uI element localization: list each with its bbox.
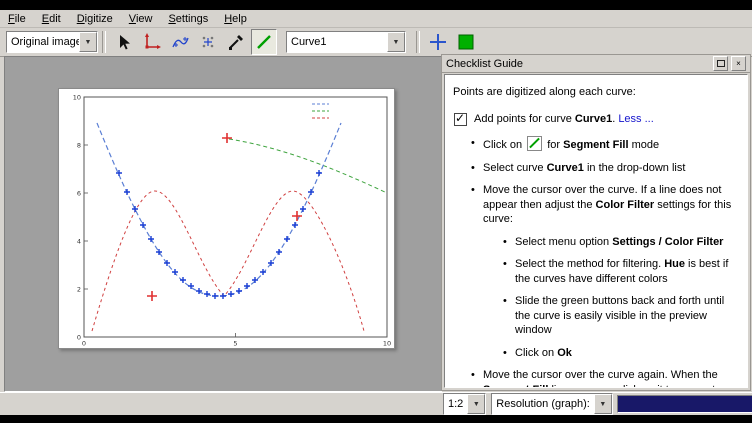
background-selector-value: Original image (7, 36, 79, 48)
plot-frame (84, 97, 387, 337)
engauge-window: File Edit Digitize View Settings Help Or… (0, 10, 752, 414)
bullet-dot: • (503, 257, 515, 286)
svg-text:8: 8 (77, 141, 81, 149)
checklist-bullet: •Move the cursor over the curve. If a li… (453, 183, 737, 227)
axis-point-tool-button[interactable] (139, 29, 165, 55)
bullet-dot: • (471, 368, 483, 388)
curve-points-icon (171, 33, 189, 51)
cursor-arrow-icon (115, 33, 133, 51)
menu-settings[interactable]: Settings (160, 12, 216, 26)
svg-text:0: 0 (82, 340, 86, 348)
bullet-text: Move the cursor over the curve. If a lin… (483, 183, 737, 227)
svg-text:2: 2 (77, 285, 81, 293)
close-panel-button[interactable]: × (731, 56, 746, 71)
toolbar-separator (102, 31, 106, 53)
curve-point-tool-button[interactable] (167, 29, 193, 55)
status-view-selector[interactable]: Resolution (graph): ▼ (491, 393, 613, 415)
chevron-down-icon[interactable]: ▼ (79, 32, 97, 52)
point-match-tool-button[interactable] (195, 29, 221, 55)
close-icon: × (736, 60, 741, 68)
bullet-text: Select curve Curve1 in the drop-down lis… (483, 161, 737, 176)
bullet-text: Move the cursor over the curve again. Wh… (483, 368, 737, 388)
svg-text:4: 4 (77, 237, 81, 245)
curve-selector[interactable]: Curve1 ▼ (286, 31, 406, 53)
toolbar-separator (416, 31, 420, 53)
resolution-value-field[interactable] (617, 395, 752, 413)
menu-edit[interactable]: Edit (34, 12, 69, 26)
bullet-dot: • (471, 183, 483, 227)
segment-fill-icon (527, 136, 542, 151)
dock-title-bar[interactable]: Checklist Guide × (442, 55, 750, 73)
point-match-icon (199, 33, 217, 51)
green-square-icon (457, 33, 475, 51)
graph-image-area[interactable]: 10 8 6 4 2 00 5 10 (58, 88, 395, 349)
menu-help[interactable]: Help (216, 12, 255, 26)
bullet-text: Select menu option Settings / Color Filt… (515, 235, 737, 250)
background-selector[interactable]: Original image ▼ (6, 31, 98, 53)
add-points-text: Add points for curve Curve1. Less ... (474, 112, 737, 127)
chevron-down-icon[interactable]: ▼ (467, 394, 485, 414)
checklist-bullet: •Select menu option Settings / Color Fil… (453, 235, 737, 250)
dock-title: Checklist Guide (446, 58, 710, 70)
checklist-intro: Points are digitized along each curve: (453, 85, 737, 100)
bullet-text: Click on for Segment Fill mode (483, 136, 737, 153)
eyedropper-icon (227, 33, 245, 51)
checklist-guide-panel: Checklist Guide × Points are digitized a… (441, 54, 751, 391)
digitizing-canvas[interactable]: 10 8 6 4 2 00 5 10 (59, 89, 394, 348)
svg-text:5: 5 (233, 340, 237, 348)
menu-view[interactable]: View (121, 12, 161, 26)
blue-cross-icon (429, 33, 447, 51)
status-view-value: Resolution (graph): (492, 398, 594, 410)
checklist-bullets: •Click on for Segment Fill mode•Select c… (453, 136, 737, 388)
background-fill-button[interactable] (453, 29, 479, 55)
menu-bar: File Edit Digitize View Settings Help (0, 10, 752, 28)
svg-text:0: 0 (77, 333, 81, 341)
menu-file[interactable]: File (0, 12, 34, 26)
svg-text:10: 10 (73, 93, 81, 101)
svg-text:6: 6 (77, 189, 81, 197)
bullet-dot: • (503, 294, 515, 338)
menu-digitize[interactable]: Digitize (69, 12, 121, 26)
float-panel-button[interactable] (713, 56, 728, 71)
letterbox-top (0, 0, 752, 10)
checklist-bullet: •Click on for Segment Fill mode (453, 136, 737, 153)
checklist-bullet: •Select curve Curve1 in the drop-down li… (453, 161, 737, 176)
bullet-dot: • (471, 161, 483, 176)
segment-fill-icon (255, 33, 273, 51)
grid-display-button[interactable] (425, 29, 451, 55)
bullet-text: Slide the green buttons back and forth u… (515, 294, 737, 338)
checklist-bullet: •Move the cursor over the curve again. W… (453, 368, 737, 388)
checklist-bullet: •Slide the green buttons back and forth … (453, 294, 737, 338)
bullet-dot: • (503, 235, 515, 250)
segment-fill-tool-button[interactable] (251, 29, 277, 55)
status-bar: 1:2 ▼ Resolution (graph): ▼ (0, 392, 752, 415)
add-points-checkbox[interactable] (454, 113, 467, 126)
curve-selector-value: Curve1 (287, 36, 387, 48)
color-picker-tool-button[interactable] (223, 29, 249, 55)
checklist-content: Points are digitized along each curve: A… (444, 74, 748, 388)
axes-icon (143, 33, 161, 51)
checklist-bullet: •Select the method for filtering. Hue is… (453, 257, 737, 286)
bullet-dot: • (503, 346, 515, 361)
bullet-text: Click on Ok (515, 346, 737, 361)
svg-text:10: 10 (383, 340, 391, 348)
graph-workspace[interactable]: 10 8 6 4 2 00 5 10 (4, 56, 442, 392)
zoom-value: 1:2 (444, 398, 467, 410)
link[interactable]: Less ... (618, 113, 653, 125)
select-tool-button[interactable] (111, 29, 137, 55)
bullet-dot: • (471, 136, 483, 153)
toolbar: Original image ▼ (0, 28, 752, 57)
chevron-down-icon[interactable]: ▼ (387, 32, 405, 52)
checklist-bullet: •Click on Ok (453, 346, 737, 361)
letterbox-bottom (0, 414, 752, 423)
float-icon (717, 60, 725, 67)
bullet-text: Select the method for filtering. Hue is … (515, 257, 737, 286)
add-points-item: Add points for curve Curve1. Less ... (453, 112, 737, 127)
chevron-down-icon[interactable]: ▼ (594, 394, 612, 414)
zoom-selector[interactable]: 1:2 ▼ (443, 393, 486, 415)
